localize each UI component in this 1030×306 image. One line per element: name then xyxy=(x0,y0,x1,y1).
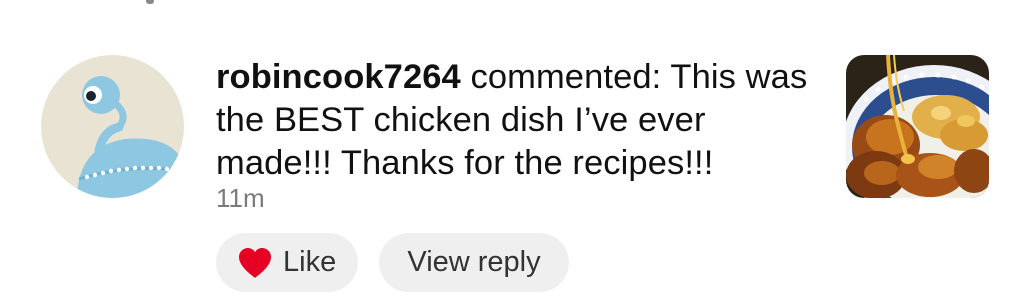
comment-notification: robincook7264 commented: This was the BE… xyxy=(0,0,1030,306)
username-link[interactable]: robincook7264 xyxy=(216,58,461,96)
glazed-chicken-photo-thumbnail[interactable] xyxy=(846,55,989,198)
timestamp: 11m xyxy=(216,183,265,213)
view-reply-button[interactable]: View reply xyxy=(379,233,569,292)
blue-alien-avatar-icon[interactable] xyxy=(41,55,184,198)
like-label: Like xyxy=(283,246,337,278)
like-button[interactable]: Like xyxy=(216,233,358,292)
heart-icon xyxy=(239,247,271,278)
comment-text: robincook7264 commented: This was the BE… xyxy=(216,56,826,185)
view-reply-label: View reply xyxy=(407,246,541,278)
